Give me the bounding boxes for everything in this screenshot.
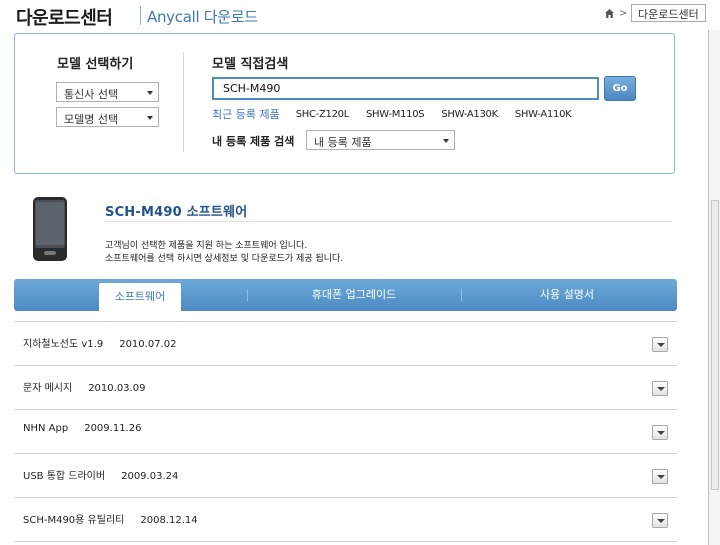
search-panel: 모델 선택하기 통신사 선택 모델명 선택 모델 직접검색 SCH-M490 G… <box>14 33 675 174</box>
recent-products-label: 최근 등록 제품 <box>212 108 280 121</box>
software-name[interactable]: USB 통합 드라이버 <box>23 471 105 482</box>
software-date: 2009.11.26 <box>84 423 142 434</box>
my-products-select[interactable]: 내 등록 제품 <box>306 130 455 150</box>
carrier-select[interactable]: 통신사 선택 <box>56 82 159 102</box>
list-item[interactable]: NHN App 2009.11.26 <box>14 409 677 453</box>
carrier-select-label: 통신사 선택 <box>64 88 119 101</box>
chevron-right-icon: > <box>619 7 628 19</box>
right-scroll-area[interactable] <box>708 30 720 545</box>
home-icon[interactable] <box>604 8 615 19</box>
tab-user-manual[interactable]: 사용 설명서 <box>467 279 667 311</box>
panel-divider <box>183 52 184 152</box>
download-tabs: 소프트웨어 휴대폰 업그레이드 사용 설명서 <box>14 279 677 311</box>
recent-product-link[interactable]: SHC-Z120L <box>296 109 350 120</box>
expand-arrow-icon <box>657 343 665 347</box>
list-item[interactable]: 지하철노선도 v1.9 2010.07.02 <box>14 321 677 365</box>
tab-separator <box>247 289 248 301</box>
product-description-line: 소프트웨어를 선택 하시면 상세정보 및 다운로드가 제공 됩니다. <box>105 254 344 264</box>
dropdown-arrow-icon <box>443 139 449 143</box>
software-date: 2008.12.14 <box>140 515 198 526</box>
my-products-select-label: 내 등록 제품 <box>314 136 372 149</box>
expand-arrow-icon <box>657 387 665 391</box>
recent-product-link[interactable]: SHW-M110S <box>366 109 425 120</box>
page-header: 다운로드센터 Anycall 다운로드 > 다운로드센터 <box>0 0 720 32</box>
software-date: 2010.07.02 <box>119 339 177 350</box>
expand-arrow-icon <box>657 431 665 435</box>
expand-button[interactable] <box>652 513 668 528</box>
list-item[interactable]: SCH-M490용 유틸리티 2008.12.14 <box>14 497 677 541</box>
go-button[interactable]: Go <box>604 76 636 101</box>
expand-button[interactable] <box>652 381 668 396</box>
product-title: SCH-M490 소프트웨어 <box>105 205 248 220</box>
expand-button[interactable] <box>652 425 668 440</box>
dropdown-arrow-icon <box>147 116 153 120</box>
expand-button[interactable] <box>652 469 668 484</box>
product-title-underline <box>105 221 672 222</box>
tab-phone-upgrade[interactable]: 휴대폰 업그레이드 <box>254 279 454 311</box>
software-name[interactable]: 문자 메시지 <box>23 383 72 394</box>
recent-product-link[interactable]: SHW-A110K <box>515 109 572 120</box>
my-products-label: 내 등록 제품 검색 <box>212 135 295 148</box>
model-name-select-label: 모델명 선택 <box>64 113 119 126</box>
software-date: 2009.03.24 <box>121 471 179 482</box>
software-name[interactable]: 지하철노선도 v1.9 <box>23 339 103 350</box>
list-bottom-border <box>14 541 677 542</box>
software-name[interactable]: SCH-M490용 유틸리티 <box>23 515 124 526</box>
recent-product-link[interactable]: SHW-A130K <box>441 109 498 120</box>
phone-image <box>33 197 67 261</box>
recent-products: 최근 등록 제품 SHC-Z120L SHW-M110S SHW-A130K S… <box>212 106 588 122</box>
model-search-input[interactable]: SCH-M490 <box>212 77 599 100</box>
dropdown-arrow-icon <box>147 91 153 95</box>
breadcrumb-section-select[interactable]: 다운로드센터 <box>631 4 706 22</box>
model-name-select[interactable]: 모델명 선택 <box>56 107 159 127</box>
direct-search-title: 모델 직접검색 <box>212 57 289 72</box>
software-list: 지하철노선도 v1.9 2010.07.02 문자 메시지 2010.03.09 N… <box>14 321 677 541</box>
list-item[interactable]: 문자 메시지 2010.03.09 <box>14 365 677 409</box>
page-title: 다운로드센터 <box>16 8 113 29</box>
software-date: 2010.03.09 <box>88 383 146 394</box>
page-subtitle: Anycall 다운로드 <box>147 8 258 26</box>
model-select-title: 모델 선택하기 <box>57 57 134 72</box>
scrollbar-thumb[interactable] <box>711 200 719 490</box>
product-description: 고객님이 선택한 제품을 지원 하는 소프트웨어 입니다. 소프트웨어를 선택 … <box>105 240 343 266</box>
expand-arrow-icon <box>657 475 665 479</box>
breadcrumb: > 다운로드센터 <box>604 4 706 22</box>
software-name[interactable]: NHN App <box>23 423 68 434</box>
tab-software[interactable]: 소프트웨어 <box>99 283 181 311</box>
tab-separator <box>461 289 462 301</box>
title-divider <box>140 6 141 25</box>
expand-button[interactable] <box>652 337 668 352</box>
list-item[interactable]: USB 통합 드라이버 2009.03.24 <box>14 453 677 497</box>
product-description-line: 고객님이 선택한 제품을 지원 하는 소프트웨어 입니다. <box>105 241 308 251</box>
expand-arrow-icon <box>657 519 665 523</box>
